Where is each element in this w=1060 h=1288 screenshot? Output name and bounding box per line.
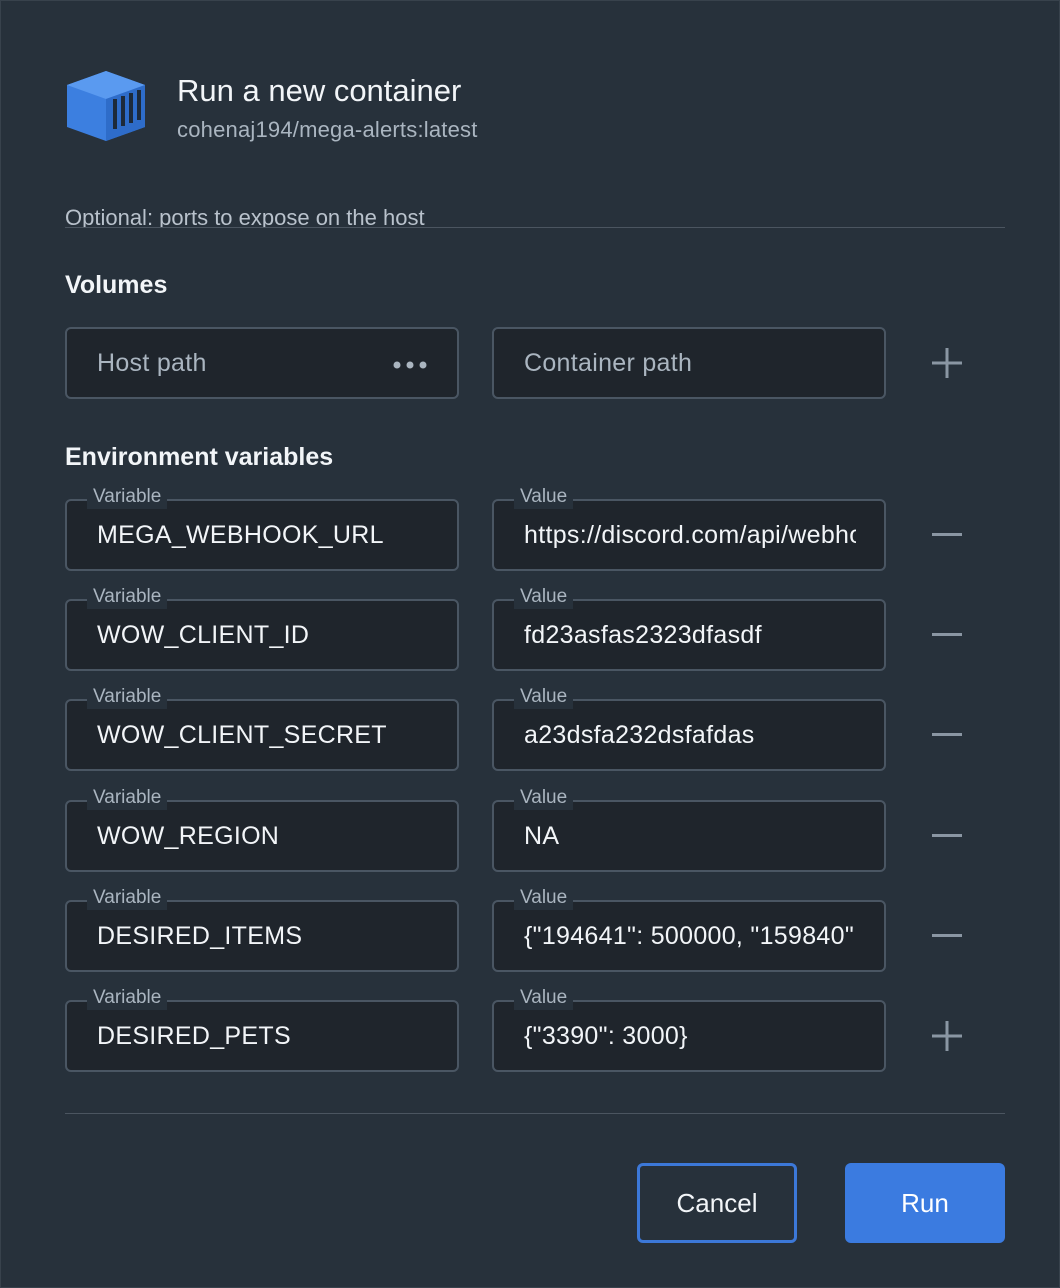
- remove-env-button[interactable]: [921, 709, 973, 761]
- value-label: Value: [514, 986, 574, 1010]
- volumes-title: Volumes: [65, 271, 168, 299]
- env-variable-field[interactable]: Variable DESIRED_PETS: [65, 986, 459, 1072]
- env-value-field[interactable]: Value {"194641": 500000, "159840": 40000…: [492, 886, 886, 972]
- env-value-text: {"194641": 500000, "159840": 40000}: [524, 922, 856, 950]
- env-vars-title: Environment variables: [65, 443, 334, 471]
- env-value-text: {"3390": 3000}: [524, 1022, 688, 1050]
- minus-icon: [932, 834, 962, 837]
- host-path-placeholder: Host path: [97, 349, 207, 377]
- env-value-field[interactable]: Value fd23asfas2323dfasdf: [492, 585, 886, 671]
- top-divider: [65, 227, 1005, 228]
- env-value-text: NA: [524, 822, 560, 850]
- host-path-field[interactable]: Host path: [65, 327, 459, 399]
- variable-label: Variable: [87, 986, 168, 1010]
- ports-hint: Optional: ports to expose on the host: [65, 209, 425, 227]
- minus-icon: [932, 533, 962, 536]
- scrolled-content: Optional: ports to expose on the host: [65, 209, 1005, 227]
- env-variable-field[interactable]: Variable WOW_REGION: [65, 786, 459, 872]
- env-value-text: a23dsfa232dsfafdas: [524, 721, 755, 749]
- add-volume-button[interactable]: [921, 337, 973, 389]
- env-variable-value: WOW_CLIENT_SECRET: [97, 721, 387, 749]
- variable-label: Variable: [87, 786, 168, 810]
- dialog-header: Run a new container cohenaj194/mega-aler…: [65, 69, 1005, 149]
- cancel-button[interactable]: Cancel: [637, 1163, 797, 1243]
- env-value-field[interactable]: Value a23dsfa232dsfafdas: [492, 685, 886, 771]
- footer-divider: [65, 1113, 1005, 1114]
- minus-icon: [932, 733, 962, 736]
- env-value-text: fd23asfas2323dfasdf: [524, 621, 762, 649]
- value-label: Value: [514, 485, 574, 509]
- run-container-dialog: Run a new container cohenaj194/mega-aler…: [0, 0, 1060, 1288]
- env-variable-value: MEGA_WEBHOOK_URL: [97, 521, 384, 549]
- env-variable-value: WOW_CLIENT_ID: [97, 621, 310, 649]
- env-value-field[interactable]: Value {"3390": 3000}: [492, 986, 886, 1072]
- more-horizontal-icon[interactable]: [393, 361, 427, 369]
- env-value-field[interactable]: Value https://discord.com/api/webhooks/: [492, 485, 886, 571]
- env-value-field[interactable]: Value NA: [492, 786, 886, 872]
- container-box-icon: [67, 71, 145, 141]
- variable-label: Variable: [87, 585, 168, 609]
- remove-env-button[interactable]: [921, 810, 973, 862]
- value-label: Value: [514, 886, 574, 910]
- image-name: cohenaj194/mega-alerts:latest: [177, 117, 478, 142]
- value-label: Value: [514, 685, 574, 709]
- env-variable-field[interactable]: Variable MEGA_WEBHOOK_URL: [65, 485, 459, 571]
- env-variable-value: WOW_REGION: [97, 822, 280, 850]
- variable-label: Variable: [87, 886, 168, 910]
- variable-label: Variable: [87, 685, 168, 709]
- value-label: Value: [514, 786, 574, 810]
- add-env-button[interactable]: [921, 1010, 973, 1062]
- env-variable-value: DESIRED_ITEMS: [97, 922, 303, 950]
- run-button[interactable]: Run: [845, 1163, 1005, 1243]
- env-variable-field[interactable]: Variable WOW_CLIENT_SECRET: [65, 685, 459, 771]
- container-path-placeholder: Container path: [524, 349, 693, 377]
- env-variable-field[interactable]: Variable WOW_CLIENT_ID: [65, 585, 459, 671]
- minus-icon: [932, 934, 962, 937]
- variable-label: Variable: [87, 485, 168, 509]
- plus-icon: [932, 1021, 962, 1051]
- minus-icon: [932, 633, 962, 636]
- env-value-text: https://discord.com/api/webhooks/: [524, 521, 856, 549]
- remove-env-button[interactable]: [921, 609, 973, 661]
- remove-env-button[interactable]: [921, 910, 973, 962]
- env-variable-field[interactable]: Variable DESIRED_ITEMS: [65, 886, 459, 972]
- env-variable-value: DESIRED_PETS: [97, 1022, 291, 1050]
- remove-env-button[interactable]: [921, 509, 973, 561]
- value-label: Value: [514, 585, 574, 609]
- dialog-title: Run a new container: [177, 73, 462, 108]
- container-path-field[interactable]: Container path: [492, 327, 886, 399]
- plus-icon: [932, 348, 962, 378]
